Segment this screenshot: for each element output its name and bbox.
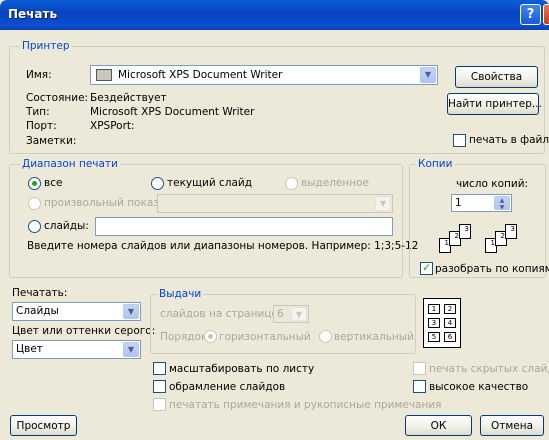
cancel-button[interactable]: Отмена [480,415,544,436]
order-horizontal-radio[interactable] [204,330,217,343]
color-value: Цвет [16,343,43,355]
print-comments-checkbox[interactable] [153,398,166,411]
handouts-group-label: Выдачи [157,288,204,300]
frame-slides-checkbox[interactable] [153,380,166,393]
preview-slide: 1 [428,304,440,314]
order-vertical-radio[interactable] [319,330,332,343]
print-what-value: Слайды [16,305,59,317]
collate-label: разобрать по копиям [435,263,549,275]
status-value: Бездействует [90,92,167,104]
handout-layout-preview: 1 2 3 4 5 6 [423,298,461,348]
custom-show-select[interactable]: ▼ [157,194,393,213]
ok-button[interactable]: ОК [405,415,472,436]
order-vertical-label: вертикальный [334,331,414,343]
slides-input[interactable] [95,217,393,236]
printer-name-select[interactable]: Microsoft XPS Document Writer ▼ [90,65,438,85]
printer-name-label: Имя: [26,69,52,81]
preview-slide: 4 [444,318,456,328]
close-button[interactable] [543,4,549,25]
chevron-down-icon[interactable]: ▼ [291,307,307,321]
print-comments-label: печатать примечания и рукописные примеча… [169,399,442,411]
print-what-select[interactable]: Слайды ▼ [12,302,141,321]
hidden-slides-label: печать скрытых слайдов [429,363,549,375]
title-bar: Печать ? [0,0,549,30]
range-group-label: Диапазон печати [20,158,120,170]
window-title: Печать [8,7,58,21]
color-label: Цвет или оттенки серого: [12,325,156,337]
preview-slide: 5 [428,332,440,342]
range-hint: Введите номера слайдов или диапазоны ном… [27,240,419,252]
print-to-file-label: печать в файл [469,134,549,146]
preview-slide: 2 [444,304,456,314]
preview-slide: 6 [444,332,456,342]
print-to-file-checkbox[interactable] [453,134,466,147]
copies-group-label: Копии [416,158,455,170]
scale-to-fit-label: масштабировать по листу [169,363,315,375]
range-selection-label: выделенное [301,177,369,189]
high-quality-checkbox[interactable] [413,380,426,393]
range-custom-label: произвольный показ: [44,197,163,209]
frame-slides-label: обрамление слайдов [169,381,286,393]
per-page-label: слайдов на странице: [160,308,282,320]
port-label: Порт: [26,120,57,132]
type-label: Тип: [26,106,50,118]
help-button[interactable]: ? [520,4,541,25]
chevron-down-icon[interactable]: ▼ [123,342,139,357]
order-horizontal-label: горизонтальный [219,331,311,343]
handouts-group [150,294,416,354]
range-custom-radio[interactable] [28,197,41,210]
help-icon: ? [526,7,535,22]
chevron-down-icon[interactable]: ▼ [123,304,139,319]
range-all-radio[interactable] [28,177,41,190]
printer-group-label: Принтер [20,40,72,52]
per-page-value: 6 [277,308,284,320]
collate-illustration: 1 2 3 1 2 3 [435,218,531,258]
hidden-slides-checkbox[interactable] [413,362,426,375]
range-all-label: все [44,177,63,189]
copies-count-spinner[interactable]: 1 ▲ ▼ [451,194,512,212]
checkmark-icon: ✓ [422,261,432,274]
collate-checkbox[interactable]: ✓ [420,261,433,275]
find-printer-button[interactable]: Найти принтер... [447,93,542,115]
range-selection-radio[interactable] [285,177,298,190]
type-value: Microsoft XPS Document Writer [90,106,255,118]
scale-to-fit-checkbox[interactable] [153,362,166,375]
collate-page-icon: 3 [459,224,471,239]
per-page-select[interactable]: 6 ▼ [273,305,309,323]
preview-slide: 3 [428,318,440,328]
chevron-down-icon[interactable]: ▼ [420,67,436,83]
chevron-down-icon[interactable]: ▼ [375,196,391,211]
preview-button[interactable]: Просмотр [10,415,77,436]
printer-name-value: Microsoft XPS Document Writer [118,69,283,81]
range-current-radio[interactable] [151,177,164,190]
range-slides-label: слайды: [44,220,89,232]
print-what-label: Печатать: [12,287,68,299]
spinner-arrows-icon[interactable]: ▲ ▼ [494,196,510,211]
notes-label: Заметки: [26,135,77,147]
copies-count-value: 1 [455,197,462,209]
properties-button[interactable]: Свойства [455,66,538,88]
range-current-label: текущий слайд [167,177,253,189]
status-label: Состояние: [26,92,89,104]
collate-page-icon: 3 [505,224,517,239]
high-quality-label: высокое качество [429,381,529,393]
color-select[interactable]: Цвет ▼ [12,340,141,359]
copies-count-label: число копий: [456,178,529,190]
port-value: XPSPort: [90,120,135,132]
range-slides-radio[interactable] [28,220,41,233]
printer-icon [96,69,112,81]
